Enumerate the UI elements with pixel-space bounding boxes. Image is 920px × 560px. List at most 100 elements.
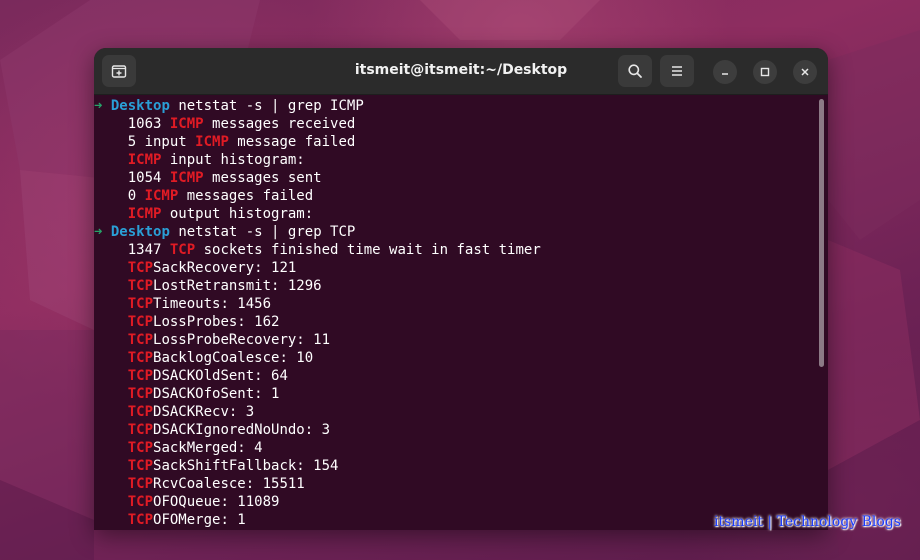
grep-match: TCP — [127, 440, 154, 456]
prompt-arrow-icon: ➜ — [94, 98, 103, 114]
output-line: TCPLostRetransmit: 1296 — [94, 277, 322, 295]
grep-match: TCP — [127, 350, 154, 366]
title-bar[interactable]: itsmeit@itsmeit:~/Desktop — [94, 48, 828, 95]
search-button[interactable] — [618, 55, 652, 87]
close-icon — [801, 68, 809, 76]
maximize-icon — [760, 67, 770, 77]
output-indent — [94, 440, 128, 456]
output-prefix: 1347 — [127, 242, 170, 258]
watermark: itsmeit | Technology Blogs — [714, 514, 901, 530]
grep-match: TCP — [127, 458, 154, 474]
scrollbar[interactable] — [816, 95, 828, 530]
output-suffix: LossProbeRecovery: 11 — [153, 332, 331, 348]
maximize-button[interactable] — [753, 60, 777, 84]
output-indent — [94, 332, 128, 348]
grep-match: TCP — [127, 278, 154, 294]
minimize-icon — [722, 73, 728, 75]
grep-match: ICMP — [144, 188, 179, 204]
minimize-button[interactable] — [713, 60, 737, 84]
prompt-arrow-icon: ➜ — [94, 224, 103, 240]
output-line: TCPRcvCoalesce: 15511 — [94, 475, 305, 493]
output-indent — [94, 170, 128, 186]
output-line: 1054 ICMP messages sent — [94, 169, 322, 187]
output-line: TCPSackShiftFallback: 154 — [94, 457, 339, 475]
close-button[interactable] — [793, 60, 817, 84]
output-line: ICMP input histogram: — [94, 151, 305, 169]
grep-match: ICMP — [127, 206, 162, 222]
output-indent — [94, 476, 128, 492]
output-suffix: RcvCoalesce: 15511 — [153, 476, 305, 492]
output-indent — [94, 386, 128, 402]
output-indent — [94, 260, 128, 276]
output-indent — [94, 188, 128, 204]
output-suffix: input histogram: — [161, 152, 305, 168]
terminal-window: itsmeit@itsmeit:~/Desktop ➜ Desktop nets… — [94, 48, 828, 530]
terminal-output[interactable]: ➜ Desktop netstat -s | grep ICMP 1063 IC… — [94, 95, 816, 530]
output-suffix: DSACKOfoSent: 1 — [153, 386, 280, 402]
output-line: TCPDSACKOldSent: 64 — [94, 367, 288, 385]
output-suffix: SackShiftFallback: 154 — [153, 458, 339, 474]
output-suffix: message failed — [228, 134, 356, 150]
grep-match: TCP — [127, 422, 154, 438]
output-indent — [94, 422, 128, 438]
output-suffix: LossProbes: 162 — [153, 314, 280, 330]
new-tab-button[interactable] — [102, 55, 136, 87]
output-suffix: output histogram: — [161, 206, 314, 222]
output-suffix: DSACKRecv: 3 — [153, 404, 255, 420]
output-indent — [94, 296, 128, 312]
output-indent — [94, 458, 128, 474]
grep-match: TCP — [169, 242, 196, 258]
output-indent — [94, 242, 128, 258]
output-indent — [94, 314, 128, 330]
output-indent — [94, 512, 128, 528]
output-line: TCPSackMerged: 4 — [94, 439, 263, 457]
search-icon — [628, 64, 642, 78]
output-indent — [94, 278, 128, 294]
output-suffix: LostRetransmit: 1296 — [153, 278, 322, 294]
grep-match: TCP — [127, 404, 154, 420]
output-line: 5 input ICMP message failed — [94, 133, 356, 151]
output-prefix: 1063 — [127, 116, 170, 132]
output-indent — [94, 134, 128, 150]
output-suffix: messages sent — [203, 170, 322, 186]
output-indent — [94, 206, 128, 222]
grep-match: TCP — [127, 512, 154, 528]
output-line: TCPTimeouts: 1456 — [94, 295, 271, 313]
output-line: TCPOFOMerge: 1 — [94, 511, 246, 529]
output-line: TCPBacklogCoalesce: 10 — [94, 349, 313, 367]
output-suffix: OFOQueue: 11089 — [153, 494, 280, 510]
output-suffix: SackRecovery: 121 — [153, 260, 297, 276]
prompt-line: ➜ Desktop netstat -s | grep TCP — [94, 223, 355, 241]
command-text: netstat -s | grep ICMP — [178, 98, 364, 114]
window-title: itsmeit@itsmeit:~/Desktop — [354, 62, 568, 78]
scrollbar-thumb[interactable] — [819, 99, 824, 367]
grep-match: TCP — [127, 494, 154, 510]
grep-match: TCP — [127, 314, 154, 330]
output-line: TCPDSACKOfoSent: 1 — [94, 385, 280, 403]
menu-button[interactable] — [660, 55, 694, 87]
grep-match: ICMP — [127, 152, 162, 168]
output-prefix: 0 — [127, 188, 145, 204]
grep-match: ICMP — [169, 116, 204, 132]
grep-match: ICMP — [195, 134, 229, 150]
output-suffix: SackMerged: 4 — [153, 440, 263, 456]
output-suffix: BacklogCoalesce: 10 — [153, 350, 314, 366]
output-line: 0 ICMP messages failed — [94, 187, 313, 205]
grep-match: TCP — [127, 332, 154, 348]
output-indent — [94, 350, 128, 366]
hamburger-menu-icon — [672, 66, 682, 76]
grep-match: TCP — [127, 368, 154, 384]
output-line: TCPLossProbeRecovery: 11 — [94, 331, 330, 349]
output-prefix: 5 input — [127, 134, 196, 150]
grep-match: TCP — [127, 296, 154, 312]
output-line: TCPSackRecovery: 121 — [94, 259, 297, 277]
output-prefix: 1054 — [127, 170, 170, 186]
grep-match: ICMP — [169, 170, 204, 186]
output-line: TCPDSACKRecv: 3 — [94, 403, 254, 421]
output-line: TCPOFOQueue: 11089 — [94, 493, 280, 511]
output-line: TCPDSACKIgnoredNoUndo: 3 — [94, 421, 330, 439]
grep-match: TCP — [127, 260, 154, 276]
output-line: 1063 ICMP messages received — [94, 115, 356, 133]
output-line: ICMP output histogram: — [94, 205, 313, 223]
output-suffix: sockets finished time wait in fast timer — [195, 242, 541, 258]
